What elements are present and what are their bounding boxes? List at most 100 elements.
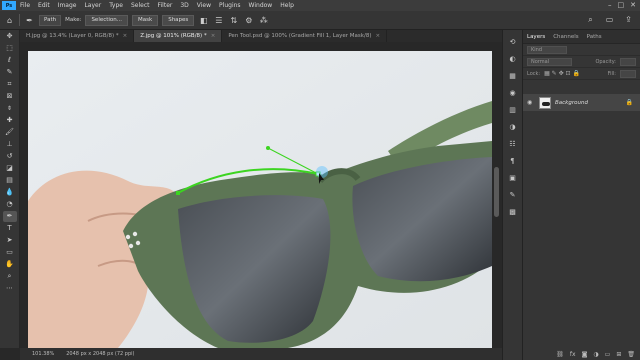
learn-icon[interactable]: ◉ [507, 88, 519, 98]
search-icon[interactable]: ⌕ [585, 14, 596, 25]
minimize-icon[interactable]: – [608, 1, 612, 9]
properties-icon[interactable]: ☷ [507, 139, 519, 149]
window-controls: – □ ✕ [608, 1, 636, 9]
brush-tool-icon[interactable]: 🖌 [3, 127, 17, 138]
pen-tool-icon[interactable]: ✒ [24, 15, 35, 26]
tool-mode-select[interactable]: Path [39, 14, 62, 26]
lock-icons[interactable]: ▦ ✎ ✥ ⊡ 🔒 [544, 70, 580, 77]
lock-icon[interactable]: 🔒 [626, 99, 633, 106]
new-layer-icon[interactable]: ⊞ [616, 351, 621, 358]
more-tools-icon[interactable]: ⋯ [3, 283, 17, 294]
photoshop-logo: Ps [2, 1, 16, 10]
menu-plugins[interactable]: Plugins [215, 2, 245, 9]
close-icon[interactable]: × [123, 33, 128, 39]
close-icon[interactable]: ✕ [630, 1, 636, 9]
document-tab[interactable]: H.jpg @ 13.4% (Layer 0, RGB/8) * × [20, 30, 135, 42]
scrollbar-thumb[interactable] [494, 167, 499, 217]
close-icon[interactable]: × [211, 33, 216, 39]
glyphs-icon[interactable]: ▩ [507, 207, 519, 217]
healing-brush-tool-icon[interactable]: ✚ [3, 115, 17, 126]
move-tool-icon[interactable]: ✥ [3, 31, 17, 42]
shapes-button[interactable]: Shapes [162, 14, 195, 26]
gradient-tool-icon[interactable]: ▤ [3, 175, 17, 186]
workspace-icon[interactable]: ▭ [604, 14, 615, 25]
dodge-tool-icon[interactable]: ◔ [3, 199, 17, 210]
document-image [28, 51, 492, 348]
path-selection-tool-icon[interactable]: ➤ [3, 235, 17, 246]
menu-help[interactable]: Help [276, 2, 298, 9]
path-arrangement-icon[interactable]: ⇅ [228, 15, 239, 26]
close-icon[interactable]: × [375, 33, 380, 39]
panel-tabs: Layers Channels Paths [523, 30, 640, 44]
document-tab[interactable]: Pen Tool.psd @ 100% (Gradient Fill 1, La… [222, 30, 388, 42]
blur-tool-icon[interactable]: 💧 [3, 187, 17, 198]
vertical-scrollbar[interactable] [492, 42, 502, 348]
delete-layer-icon[interactable]: 🗑 [627, 351, 635, 358]
eyedropper-tool-icon[interactable]: ⌽ [3, 103, 17, 114]
marquee-tool-icon[interactable]: ⬚ [3, 43, 17, 54]
menu-select[interactable]: Select [127, 2, 154, 9]
color-icon[interactable]: ◐ [507, 54, 519, 64]
menu-image[interactable]: Image [54, 2, 81, 9]
menu-edit[interactable]: Edit [34, 2, 54, 9]
menu-file[interactable]: File [16, 2, 34, 9]
crop-tool-icon[interactable]: ⌗ [3, 79, 17, 90]
paragraph-icon[interactable]: ¶ [507, 156, 519, 166]
add-mask-icon[interactable]: ◙ [582, 351, 588, 358]
eraser-tool-icon[interactable]: ◪ [3, 163, 17, 174]
swatches-icon[interactable]: ▦ [507, 71, 519, 81]
styles-icon[interactable]: ▣ [507, 173, 519, 183]
tab-layers[interactable]: Layers [523, 34, 549, 40]
menu-type[interactable]: Type [105, 2, 127, 9]
lock-row: Lock: ▦ ✎ ✥ ⊡ 🔒 Fill: [523, 68, 640, 80]
fill-field[interactable] [620, 69, 636, 78]
libraries-icon[interactable]: ▥ [507, 105, 519, 115]
path-alignment-icon[interactable]: ☰ [213, 15, 224, 26]
maximize-icon[interactable]: □ [618, 1, 625, 9]
settings-icon[interactable]: ⚙ [243, 15, 254, 26]
quick-select-tool-icon[interactable]: ✎ [3, 67, 17, 78]
blend-row: Normal Opacity: [523, 56, 640, 68]
menu-3d[interactable]: 3D [176, 2, 192, 9]
home-icon[interactable]: ⌂ [4, 15, 15, 26]
tab-channels[interactable]: Channels [549, 34, 582, 40]
menu-view[interactable]: View [193, 2, 215, 9]
menu-layer[interactable]: Layer [80, 2, 105, 9]
canvas[interactable] [28, 51, 492, 348]
rectangle-tool-icon[interactable]: ▭ [3, 247, 17, 258]
lasso-tool-icon[interactable]: ℓ [3, 55, 17, 66]
history-icon[interactable]: ⟲ [507, 37, 519, 47]
selection-button[interactable]: Selection... [85, 14, 129, 26]
share-icon[interactable]: ⇪ [623, 14, 634, 25]
layer-filter-select[interactable]: Kind [527, 45, 567, 54]
layer-row[interactable]: ◉ Background 🔒 [523, 94, 640, 111]
pen-tool-icon[interactable]: ✒ [2, 211, 17, 222]
tab-paths[interactable]: Paths [583, 34, 606, 40]
options-bar: ⌂ ✒ Path Make: Selection... Mask Shapes … [0, 11, 640, 30]
hand-tool-icon[interactable]: ✋ [3, 259, 17, 270]
blend-mode-select[interactable]: Normal [527, 57, 572, 66]
frame-tool-icon[interactable]: ⊠ [3, 91, 17, 102]
document-tab-active[interactable]: Z.jpg @ 101% (RGB/8) * × [134, 30, 223, 42]
layer-thumbnail [539, 96, 551, 109]
opacity-field[interactable] [620, 57, 636, 66]
fx-icon[interactable]: fx [570, 351, 576, 358]
brushes-icon[interactable]: ✎ [507, 190, 519, 200]
panel-icon-column: ⟲ ◐ ▦ ◉ ▥ ◑ ☷ ¶ ▣ ✎ ▩ [502, 30, 522, 360]
adjustment-layer-icon[interactable]: ◑ [593, 351, 598, 358]
zoom-tool-icon[interactable]: ⌕ [3, 271, 17, 282]
opacity-label: Opacity: [595, 58, 616, 65]
history-brush-tool-icon[interactable]: ↺ [3, 151, 17, 162]
mask-button[interactable]: Mask [132, 14, 159, 26]
clone-stamp-tool-icon[interactable]: ⊥ [3, 139, 17, 150]
adjustments-icon[interactable]: ◑ [507, 122, 519, 132]
visibility-eye-icon[interactable]: ◉ [527, 99, 535, 106]
path-operations-icon[interactable]: ◧ [198, 15, 209, 26]
link-layers-icon[interactable]: ⛓ [556, 351, 564, 358]
menu-filter[interactable]: Filter [154, 2, 177, 9]
new-group-icon[interactable]: ▭ [605, 351, 611, 358]
auto-add-delete-icon[interactable]: ⁂ [258, 15, 269, 26]
zoom-level[interactable]: 101.38% [32, 351, 54, 357]
type-tool-icon[interactable]: T [3, 223, 17, 234]
menu-window[interactable]: Window [245, 2, 277, 9]
